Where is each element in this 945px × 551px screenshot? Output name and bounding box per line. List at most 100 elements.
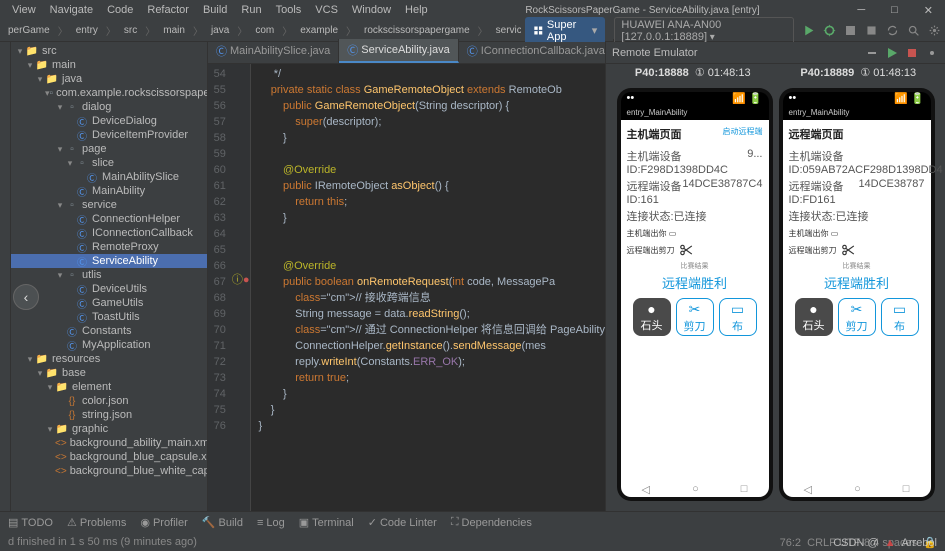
- emulator-panel: Remote Emulator P40:18888 ① 01:48:13 P40…: [605, 42, 945, 531]
- menu-navigate[interactable]: Navigate: [44, 2, 99, 18]
- tool-build[interactable]: 🔨 Build: [202, 516, 243, 529]
- game-button[interactable]: ▭布: [719, 298, 757, 336]
- cursor-position[interactable]: 76:2: [780, 537, 801, 549]
- maximize-icon[interactable]: □: [885, 2, 904, 19]
- editor-tab[interactable]: ⒸServiceAbility.java: [339, 39, 458, 63]
- breadcrumb-item[interactable]: example: [296, 24, 342, 37]
- tree-item[interactable]: ⒸMainAbility: [11, 184, 207, 198]
- tree-item[interactable]: ⒸDeviceUtils: [11, 282, 207, 296]
- tree-item[interactable]: ▾▫dialog: [11, 100, 207, 114]
- breadcrumb-item[interactable]: src: [120, 24, 141, 37]
- menu-view[interactable]: View: [6, 2, 42, 18]
- tree-item[interactable]: ▾📁src: [11, 44, 207, 58]
- breadcrumb-item[interactable]: com: [251, 24, 278, 37]
- emulator-status: P40:18888 ① 01:48:13 P40:18889 ① 01:48:1…: [606, 64, 945, 82]
- menu-tools[interactable]: Tools: [270, 2, 308, 18]
- tool-problems[interactable]: ⚠ Problems: [67, 516, 126, 529]
- tree-item[interactable]: ⒸConnectionHelper: [11, 212, 207, 226]
- status-bar: d finished in 1 s 50 ms (9 minutes ago) …: [0, 533, 945, 551]
- tree-item[interactable]: ▾📁java: [11, 72, 207, 86]
- game-button[interactable]: ●石头: [795, 298, 833, 336]
- tree-item[interactable]: ⒸGameUtils: [11, 296, 207, 310]
- tool-window-bar: ▤ TODO ⚠ Problems ◉ Profiler 🔨 Build ≡ L…: [0, 511, 945, 533]
- device-selector[interactable]: HUAWEI ANA-AN00 [127.0.0.1:18889] ▾: [614, 17, 794, 45]
- tree-item[interactable]: ⒸRemoteProxy: [11, 240, 207, 254]
- tree-item[interactable]: ▾📁graphic: [11, 422, 207, 436]
- build-status: d finished in 1 s 50 ms (9 minutes ago): [8, 536, 197, 548]
- emulator-minimize-icon[interactable]: [865, 46, 879, 60]
- breadcrumb-item[interactable]: service: [492, 24, 522, 37]
- back-button[interactable]: ‹: [13, 284, 39, 310]
- tree-item[interactable]: ▾▫page: [11, 142, 207, 156]
- game-button[interactable]: ✂剪刀: [676, 298, 714, 336]
- tool-todo[interactable]: ▤ TODO: [8, 516, 53, 529]
- editor-tab[interactable]: ⒸMainAbilitySlice.java: [208, 39, 339, 63]
- editor-tab[interactable]: ⒸIConnectionCallback.java: [459, 39, 614, 63]
- game-button[interactable]: ▭布: [881, 298, 919, 336]
- breadcrumb-item[interactable]: rockscissorspapergame: [360, 24, 474, 37]
- settings-icon[interactable]: [928, 24, 941, 37]
- emulator-run-icon[interactable]: [885, 46, 899, 60]
- tree-item[interactable]: <>background_blue_capsule.xml: [11, 450, 207, 464]
- tree-item[interactable]: {}string.json: [11, 408, 207, 422]
- code-editor[interactable]: 5455565758596061626364656667686970717273…: [208, 64, 605, 531]
- editor-tabs: ⒸMainAbilitySlice.javaⒸServiceAbility.ja…: [208, 42, 605, 64]
- minimize-icon[interactable]: ─: [851, 2, 871, 19]
- tree-item[interactable]: ⒸDeviceDialog: [11, 114, 207, 128]
- breadcrumb-item[interactable]: perGame: [4, 24, 54, 37]
- tree-item[interactable]: <>background_ability_main.xml: [11, 436, 207, 450]
- tree-item[interactable]: ▾📁main: [11, 58, 207, 72]
- menu-help[interactable]: Help: [399, 2, 434, 18]
- line-gutter: 5455565758596061626364656667686970717273…: [208, 64, 232, 531]
- watermark: CSDN @▲Arrebol: [833, 537, 937, 549]
- menu-build[interactable]: Build: [197, 2, 233, 18]
- tool-terminal[interactable]: ▣ Terminal: [299, 516, 354, 529]
- tree-item[interactable]: ⒸToastUtils: [11, 310, 207, 324]
- tree-item[interactable]: ▾▫service: [11, 198, 207, 212]
- run-icon[interactable]: [802, 24, 815, 37]
- tree-item[interactable]: ⒸDeviceItemProvider: [11, 128, 207, 142]
- tool-log[interactable]: ≡ Log: [257, 517, 285, 529]
- tool-profiler[interactable]: ◉ Profiler: [140, 516, 187, 529]
- breadcrumb-item[interactable]: java: [207, 24, 233, 37]
- tool-dependencies[interactable]: ⛶ Dependencies: [451, 516, 532, 529]
- tree-item[interactable]: ⒸMyApplication: [11, 338, 207, 352]
- emulator-settings-icon[interactable]: [925, 46, 939, 60]
- tool-codelinter[interactable]: ✓ Code Linter: [368, 516, 437, 529]
- game-button[interactable]: ●石头: [633, 298, 671, 336]
- tree-item[interactable]: ⒸServiceAbility: [11, 254, 207, 268]
- tree-item[interactable]: ▾📁element: [11, 380, 207, 394]
- tree-item[interactable]: <>background_blue_white_capsu...: [11, 464, 207, 478]
- tree-item[interactable]: ▾📁base: [11, 366, 207, 380]
- attach-icon[interactable]: [844, 24, 857, 37]
- tree-item[interactable]: ▾▫utlis: [11, 268, 207, 282]
- tree-item[interactable]: ⒸMainAbilitySlice: [11, 170, 207, 184]
- menu-refactor[interactable]: Refactor: [141, 2, 195, 18]
- tree-item[interactable]: {}color.json: [11, 394, 207, 408]
- debug-icon[interactable]: [823, 24, 836, 37]
- game-button[interactable]: ✂剪刀: [838, 298, 876, 336]
- breadcrumb-item[interactable]: entry: [72, 24, 102, 37]
- tree-item[interactable]: ▾▫slice: [11, 156, 207, 170]
- emulator-stop-icon[interactable]: [905, 46, 919, 60]
- tree-item[interactable]: ⒸIConnectionCallback: [11, 226, 207, 240]
- phone-emulator[interactable]: ••📶 🔋 entry_MainAbility 主机端页面启动远程端 主机端设备…: [617, 88, 773, 501]
- tree-item[interactable]: ▾▫com.example.rockscissorspaperg...: [11, 86, 207, 100]
- phone-emulator[interactable]: ••📶 🔋 entry_MainAbility 远程端页面 主机端设备 ID:0…: [779, 88, 935, 501]
- menu-vcs[interactable]: VCS: [309, 2, 344, 18]
- menubar: View Navigate Code Refactor Build Run To…: [0, 0, 945, 20]
- window-title: RockScissorsPaperGame - ServiceAbility.j…: [436, 3, 850, 18]
- close-icon[interactable]: ✕: [918, 2, 939, 19]
- menu-code[interactable]: Code: [101, 2, 139, 18]
- icon-gutter: ⓘ ●: [232, 64, 251, 531]
- tree-item[interactable]: ▾📁resources: [11, 352, 207, 366]
- stop-icon[interactable]: [865, 24, 878, 37]
- emulator-title: Remote Emulator: [612, 47, 698, 59]
- search-icon[interactable]: [907, 24, 920, 37]
- sync-icon[interactable]: [886, 24, 899, 37]
- breadcrumb-item[interactable]: main: [159, 24, 189, 37]
- tree-item[interactable]: ⒸConstants: [11, 324, 207, 338]
- menu-run[interactable]: Run: [235, 2, 267, 18]
- project-tree[interactable]: ‹ ▾📁src▾📁main▾📁java▾▫com.example.rocksci…: [11, 42, 208, 531]
- menu-window[interactable]: Window: [346, 2, 397, 18]
